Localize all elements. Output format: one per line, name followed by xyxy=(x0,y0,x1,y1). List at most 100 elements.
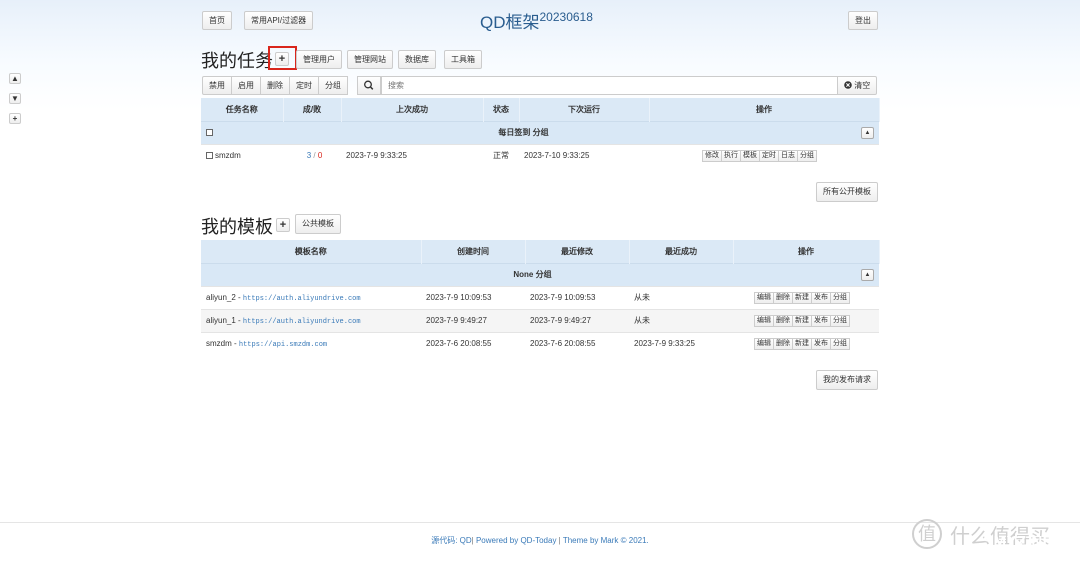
template-actions-cell: 编辑 删除 新建 发布 分组 xyxy=(733,308,879,332)
publish-template-button[interactable]: 发布 xyxy=(811,291,831,304)
template-name-cell: aliyun_1 - https://auth.aliyundrive.com xyxy=(201,308,421,332)
col-success-fail: 成/败 xyxy=(283,98,342,121)
edit-task-button[interactable]: 修改 xyxy=(702,149,722,162)
collapse-group-icon[interactable]: ▲ xyxy=(861,126,874,139)
template-url-link[interactable]: https://auth.aliyundrive.com xyxy=(243,318,361,326)
task-log-button[interactable]: 日志 xyxy=(778,149,798,162)
group-label: 每日签到 分组 xyxy=(498,128,549,137)
my-publish-requests-button[interactable]: 我的发布请求 xyxy=(816,370,878,390)
col-last-success: 上次成功 xyxy=(341,98,484,121)
template-actions-cell: 编辑 删除 新建 发布 分组 xyxy=(733,285,879,309)
col-next-run: 下次运行 xyxy=(519,98,650,121)
new-task-button[interactable]: 新建 xyxy=(792,314,812,327)
created-cell: 2023-7-9 9:49:27 xyxy=(421,308,525,332)
task-name: smzdm xyxy=(215,151,241,161)
templates-header-row: 模板名称 创建时间 最近修改 最近成功 操作 xyxy=(201,240,880,263)
col-recent-success: 最近成功 xyxy=(629,240,734,263)
public-templates-button[interactable]: 所有公开模板 xyxy=(816,182,878,202)
tasks-title: 我的任务 xyxy=(201,51,273,71)
edit-template-button[interactable]: 编辑 xyxy=(754,314,774,327)
edit-template-button[interactable]: 编辑 xyxy=(754,337,774,350)
public-template-button[interactable]: 公共模板 xyxy=(295,214,341,234)
footer-theme-link[interactable]: Theme by Mark © 2021. xyxy=(563,536,649,545)
templates-table: 模板名称 创建时间 最近修改 最近成功 操作 None 分组 ▲ aliyun_… xyxy=(201,240,880,355)
template-url-link[interactable]: https://api.smzdm.com xyxy=(239,341,327,349)
success-count: 3 xyxy=(306,151,312,161)
group-checkbox[interactable] xyxy=(206,129,213,136)
toolbox-button[interactable]: 工具箱 xyxy=(444,50,482,69)
table-row: smzdm 3 / 0 2023-7-9 9:33:25 正常 2023-7-1… xyxy=(201,143,879,167)
delete-template-button[interactable]: 删除 xyxy=(773,337,793,350)
filter-button-group: 禁用 启用 删除 定时 分组 xyxy=(202,76,348,95)
task-actions-cell: 修改 执行 模板 定时 日志 分组 xyxy=(649,143,879,167)
templates-group-row: None 分组 ▲ xyxy=(201,262,879,286)
col-actions: 操作 xyxy=(649,98,880,121)
footer-powered-link[interactable]: Powered by QD-Today xyxy=(476,536,556,545)
delete-button[interactable]: 删除 xyxy=(260,76,290,95)
app-title: QD框架20230618 xyxy=(480,8,593,33)
group-button[interactable]: 分组 xyxy=(318,76,348,95)
template-name: smzdm xyxy=(206,338,232,348)
col-status: 状态 xyxy=(483,98,520,121)
tasks-group-row: 每日签到 分组 ▲ xyxy=(201,120,879,144)
home-button[interactable]: 首页 xyxy=(202,11,232,30)
collapse-template-group-icon[interactable]: ▲ xyxy=(861,268,874,281)
table-row: aliyun_2 - https://auth.aliyundrive.com … xyxy=(201,285,879,309)
last-success-cell: 2023-7-9 9:33:25 xyxy=(341,143,483,167)
database-button[interactable]: 数据库 xyxy=(398,50,436,69)
template-name-cell: aliyun_2 - https://auth.aliyundrive.com xyxy=(201,285,421,309)
col-template-actions: 操作 xyxy=(733,240,880,263)
modified-cell: 2023-7-9 10:09:53 xyxy=(525,285,629,309)
search-button[interactable] xyxy=(357,76,381,95)
side-add-icon[interactable]: + xyxy=(9,113,21,124)
watermark-logo-icon: 值 xyxy=(912,519,942,549)
template-group-label: None 分组 xyxy=(513,270,552,279)
recent-success-cell: 2023-7-9 9:33:25 xyxy=(629,331,733,355)
recent-success-cell: 从未 xyxy=(629,285,733,309)
col-task-name: 任务名称 xyxy=(201,98,284,121)
new-task-button[interactable]: 新建 xyxy=(792,291,812,304)
app-version: 20230618 xyxy=(539,10,593,24)
task-group-button[interactable]: 分组 xyxy=(797,149,817,162)
row-checkbox[interactable] xyxy=(206,152,213,160)
enable-button[interactable]: 启用 xyxy=(231,76,261,95)
table-row: aliyun_1 - https://auth.aliyundrive.com … xyxy=(201,308,879,332)
new-task-button[interactable]: 新建 xyxy=(792,337,812,350)
search-input[interactable] xyxy=(381,76,838,95)
count-separator: / xyxy=(313,151,316,161)
api-filters-button[interactable]: 常用API/过滤器 xyxy=(244,11,314,30)
template-name: aliyun_2 xyxy=(206,292,236,302)
success-fail-cell: 3 / 0 xyxy=(283,143,341,167)
tasks-header-row: 任务名称 成/败 上次成功 状态 下次运行 操作 xyxy=(201,98,880,121)
col-created: 创建时间 xyxy=(421,240,526,263)
app-title-text: QD框架 xyxy=(480,13,540,32)
run-task-button[interactable]: 执行 xyxy=(721,149,741,162)
clear-button[interactable]: 清空 xyxy=(837,76,878,95)
add-template-button[interactable]: + xyxy=(276,218,290,232)
task-schedule-button[interactable]: 定时 xyxy=(759,149,779,162)
delete-template-button[interactable]: 删除 xyxy=(773,314,793,327)
manage-users-button[interactable]: 管理用户 xyxy=(296,50,342,69)
group-label-cell: 每日签到 分组 ▲ xyxy=(283,120,879,144)
publish-template-button[interactable]: 发布 xyxy=(811,314,831,327)
recent-success-cell: 从未 xyxy=(629,308,733,332)
disable-button[interactable]: 禁用 xyxy=(202,76,232,95)
status-cell: 正常 xyxy=(483,143,519,167)
delete-template-button[interactable]: 删除 xyxy=(773,291,793,304)
edit-template-button[interactable]: 编辑 xyxy=(754,291,774,304)
publish-template-button[interactable]: 发布 xyxy=(811,337,831,350)
logout-button[interactable]: 登出 xyxy=(848,11,878,30)
template-group-button[interactable]: 分组 xyxy=(830,337,850,350)
fail-count: 0 xyxy=(317,151,323,161)
task-template-button[interactable]: 模板 xyxy=(740,149,760,162)
schedule-button[interactable]: 定时 xyxy=(289,76,319,95)
scroll-down-icon[interactable]: ▼ xyxy=(9,93,21,104)
modified-cell: 2023-7-9 9:49:27 xyxy=(525,308,629,332)
template-url-link[interactable]: https://auth.aliyundrive.com xyxy=(243,295,361,303)
manage-sites-button[interactable]: 管理网站 xyxy=(347,50,393,69)
template-group-button[interactable]: 分组 xyxy=(830,291,850,304)
template-group-button[interactable]: 分组 xyxy=(830,314,850,327)
footer-source-link[interactable]: 源代码: QD xyxy=(431,536,471,545)
scroll-up-icon[interactable]: ▲ xyxy=(9,73,21,84)
col-template-name: 模板名称 xyxy=(201,240,422,263)
